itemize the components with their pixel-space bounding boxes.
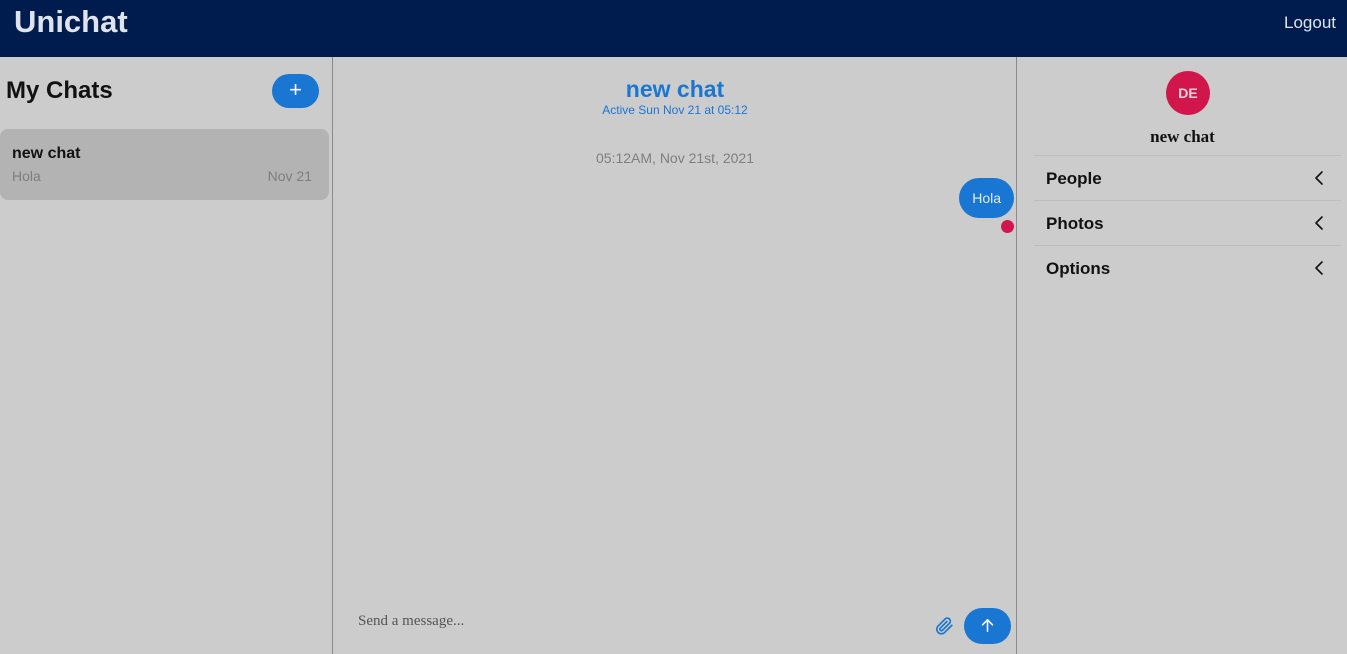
chat-title: new chat xyxy=(625,76,725,102)
top-navbar: Unichat Logout xyxy=(0,0,1347,57)
chat-settings-panel: DE new chat People Photos Options xyxy=(1018,57,1347,654)
app-title: Unichat xyxy=(14,4,128,39)
new-chat-button[interactable]: + xyxy=(272,74,319,108)
chat-card-new-chat[interactable]: new chat Hola Nov 21 xyxy=(0,129,329,200)
chevron-left-icon xyxy=(1315,261,1323,275)
section-people-label: People xyxy=(1046,169,1102,188)
message-input[interactable]: Send a message... xyxy=(358,613,918,630)
arrow-up-icon xyxy=(981,619,994,632)
section-photos[interactable]: Photos xyxy=(1034,200,1341,245)
section-options-label: Options xyxy=(1046,259,1111,278)
settings-chat-title: new chat xyxy=(1150,127,1215,146)
read-receipt-dot xyxy=(1001,220,1014,233)
chat-feed-panel: new chat Active Sun Nov 21 at 05:12 05:1… xyxy=(334,57,1017,654)
chat-activity-status: Active Sun Nov 21 at 05:12 xyxy=(602,103,748,117)
message-bubble: Hola xyxy=(959,178,1014,218)
section-people[interactable]: People xyxy=(1034,155,1341,200)
avatar: DE xyxy=(1166,71,1210,115)
section-photos-label: Photos xyxy=(1046,214,1104,233)
send-button[interactable] xyxy=(964,608,1011,644)
chat-card-title: new chat xyxy=(12,145,81,162)
paperclip-icon[interactable] xyxy=(934,616,954,636)
chevron-left-icon xyxy=(1315,216,1323,230)
my-chats-title: My Chats xyxy=(6,77,113,104)
chevron-left-icon xyxy=(1315,171,1323,185)
chat-card-date: Nov 21 xyxy=(267,168,312,184)
chat-list-panel: My Chats + new chat Hola Nov 21 xyxy=(0,57,333,654)
message-timestamp: 05:12AM, Nov 21st, 2021 xyxy=(596,150,754,166)
logout-button[interactable]: Logout xyxy=(1284,13,1336,33)
section-options[interactable]: Options xyxy=(1034,245,1341,290)
chat-card-preview: Hola xyxy=(12,168,41,184)
